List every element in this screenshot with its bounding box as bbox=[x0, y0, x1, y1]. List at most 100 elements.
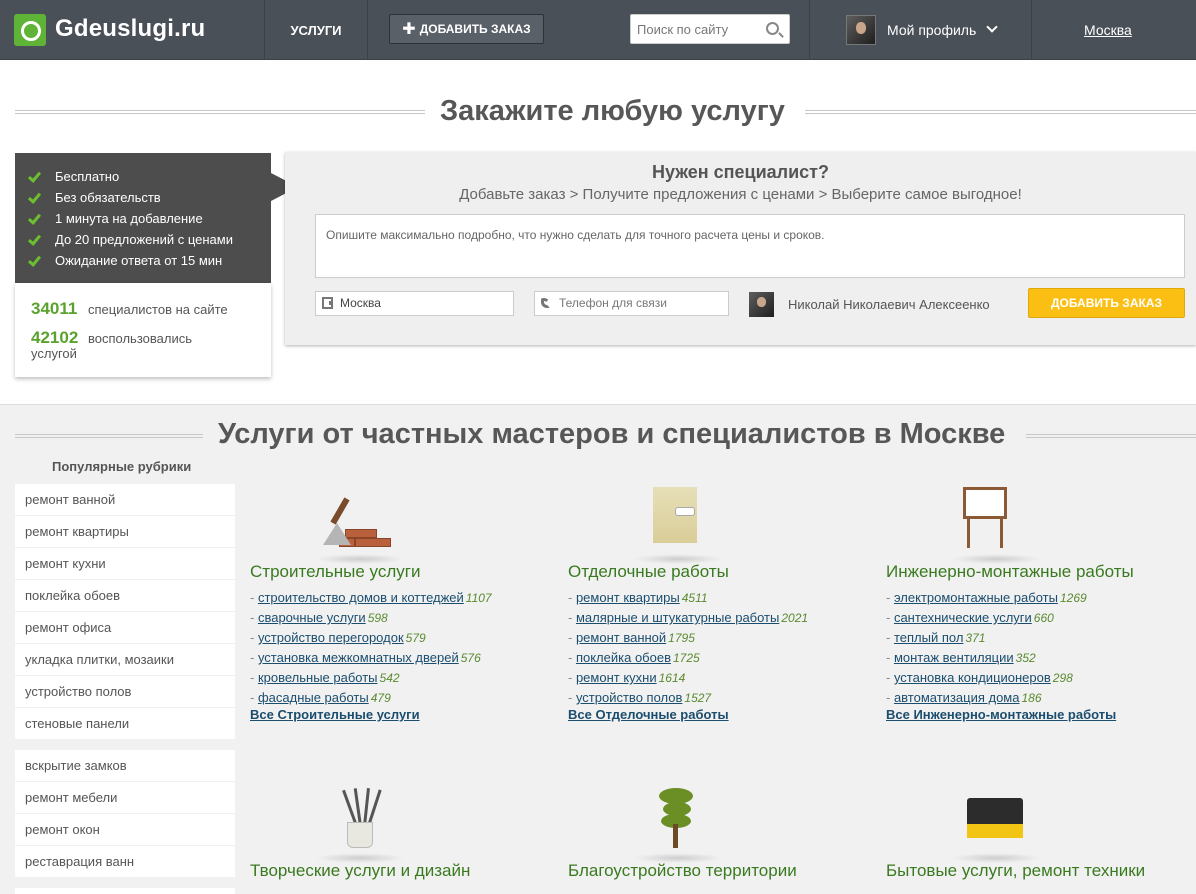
logo-text: Gdeuslugi.ru bbox=[55, 15, 206, 42]
category-link-row: - сантехнические услуги 660 bbox=[886, 610, 1054, 625]
category-links: - электромонтажные работы 1269 - сантехни… bbox=[886, 588, 1087, 708]
category-link[interactable]: монтаж вентиляции bbox=[894, 650, 1014, 665]
nav-services-label: УСЛУГИ bbox=[290, 23, 342, 38]
order-description-input[interactable]: Опишите максимально подробно, что нужно … bbox=[315, 214, 1185, 278]
category-link-row: - устройство полов 1527 bbox=[568, 690, 712, 705]
category-link[interactable]: ремонт квартиры bbox=[576, 590, 680, 605]
tree-icon bbox=[623, 784, 733, 863]
category-link[interactable]: кровельные работы bbox=[258, 670, 378, 685]
submit-order-button[interactable]: ДОБАВИТЬ ЗАКАЗ bbox=[1028, 288, 1185, 318]
category-link[interactable]: автоматизация дома bbox=[894, 690, 1020, 705]
category-link[interactable]: устройство перегородок bbox=[258, 630, 404, 645]
rubric-item[interactable]: устройство полов bbox=[15, 676, 235, 708]
link-count: 298 bbox=[1052, 671, 1073, 685]
category-all-link[interactable]: Все Инженерно-монтажные работы bbox=[886, 707, 1116, 722]
search-icon[interactable] bbox=[766, 22, 779, 35]
link-count: 579 bbox=[405, 631, 426, 645]
phone-icon bbox=[541, 298, 550, 308]
brushes-icon bbox=[305, 784, 415, 863]
rubric-item[interactable]: стеновые панели bbox=[15, 708, 235, 740]
check-icon bbox=[27, 232, 42, 246]
check-icon bbox=[27, 211, 42, 225]
search-input[interactable] bbox=[631, 15, 751, 43]
stats-box: 34011 специалистов на сайте 42102 воспол… bbox=[15, 283, 271, 377]
rubrics-list: ремонт ванной ремонт квартиры ремонт кух… bbox=[15, 484, 235, 740]
category-link-row: - ремонт кухни 1614 bbox=[568, 670, 686, 685]
toolbox-icon bbox=[941, 784, 1051, 863]
logo[interactable]: Gdeuslugi.ru bbox=[0, 0, 265, 60]
rubric-item[interactable]: реставрация ванн bbox=[15, 846, 235, 878]
category-link[interactable]: поклейка обоев bbox=[576, 650, 671, 665]
profile-menu[interactable]: Мой профиль bbox=[810, 0, 1032, 60]
rubric-item[interactable]: ремонт квартиры bbox=[15, 516, 235, 548]
category-link[interactable]: малярные и штукатурные работы bbox=[576, 610, 779, 625]
profile-label: Мой профиль bbox=[887, 22, 977, 38]
users-count: 42102 bbox=[31, 328, 79, 347]
rubric-item[interactable]: поклейка обоев bbox=[15, 580, 235, 612]
link-count: 1527 bbox=[684, 691, 712, 705]
category-link[interactable]: ремонт ванной bbox=[576, 630, 666, 645]
category-title[interactable]: Бытовые услуги, ремонт техники bbox=[886, 861, 1145, 881]
divider-line bbox=[15, 110, 425, 114]
category-link[interactable]: ремонт кухни bbox=[576, 670, 657, 685]
divider-line bbox=[805, 110, 1196, 114]
category-link[interactable]: фасадные работы bbox=[258, 690, 369, 705]
link-count: 479 bbox=[370, 691, 391, 705]
city-field-value: Москва bbox=[340, 296, 381, 310]
link-count: 352 bbox=[1015, 651, 1036, 665]
category-all-link[interactable]: Все Строительные услуги bbox=[250, 707, 420, 722]
check-icon bbox=[27, 253, 42, 267]
category-creative: Творческие услуги и дизайн bbox=[250, 784, 550, 894]
link-count: 1795 bbox=[668, 631, 695, 645]
category-all-link[interactable]: Все Отделочные работы bbox=[568, 707, 729, 722]
rubric-item[interactable]: ремонт окон bbox=[15, 814, 235, 846]
category-title[interactable]: Отделочные работы bbox=[568, 562, 729, 582]
category-household: Бытовые услуги, ремонт техники bbox=[886, 784, 1186, 894]
category-link[interactable]: электромонтажные работы bbox=[894, 590, 1058, 605]
rubrics-list bbox=[15, 888, 235, 894]
logo-icon bbox=[14, 14, 46, 46]
header-tools: ✚ ДОБАВИТЬ ЗАКАЗ bbox=[368, 0, 810, 60]
phone-field[interactable]: Телефон для связи bbox=[534, 291, 729, 316]
category-link-row: - кровельные работы 542 bbox=[250, 670, 400, 685]
category-link[interactable]: строительство домов и коттеджей bbox=[258, 590, 464, 605]
category-link[interactable]: теплый пол bbox=[894, 630, 963, 645]
rubric-item[interactable]: ремонт ванной bbox=[15, 484, 235, 516]
link-count: 4511 bbox=[681, 591, 708, 605]
category-link[interactable]: сантехнические услуги bbox=[894, 610, 1032, 625]
link-count: 542 bbox=[379, 671, 400, 685]
search-box bbox=[630, 14, 790, 44]
order-form: Нужен специалист? Добавьте заказ > Получ… bbox=[285, 152, 1196, 345]
city-link[interactable]: Москва bbox=[1084, 22, 1132, 38]
rubrics-list: вскрытие замков ремонт мебели ремонт око… bbox=[15, 750, 235, 878]
rubric-item[interactable]: укладка плитки, мозаики bbox=[15, 644, 235, 676]
category-title[interactable]: Инженерно-монтажные работы bbox=[886, 562, 1134, 582]
city-field[interactable]: Москва bbox=[315, 291, 514, 316]
category-link-row: - установка кондиционеров 298 bbox=[886, 670, 1073, 685]
add-order-button[interactable]: ✚ ДОБАВИТЬ ЗАКАЗ bbox=[389, 14, 544, 44]
category-link[interactable]: устройство полов bbox=[576, 690, 682, 705]
add-order-label: ДОБАВИТЬ ЗАКАЗ bbox=[419, 22, 531, 36]
category-link[interactable]: установка межкомнатных дверей bbox=[258, 650, 459, 665]
category-link[interactable]: сварочные услуги bbox=[258, 610, 366, 625]
users-label: воспользовались bbox=[88, 331, 192, 346]
category-link-row: - установка межкомнатных дверей 576 bbox=[250, 650, 481, 665]
specialists-label: специалистов на сайте bbox=[88, 302, 228, 317]
category-link-row: - теплый пол 371 bbox=[886, 630, 986, 645]
nav-services[interactable]: УСЛУГИ bbox=[265, 0, 368, 60]
category-title[interactable]: Творческие услуги и дизайн bbox=[250, 861, 470, 881]
category-link[interactable]: установка кондиционеров bbox=[894, 670, 1051, 685]
category-title[interactable]: Благоустройство территории bbox=[568, 861, 797, 881]
specialists-count: 34011 bbox=[31, 299, 78, 318]
rubric-item[interactable]: ремонт мебели bbox=[15, 782, 235, 814]
category-title[interactable]: Строительные услуги bbox=[250, 562, 420, 582]
category-link-row: - устройство перегородок 579 bbox=[250, 630, 426, 645]
rubric-item[interactable]: ремонт офиса bbox=[15, 612, 235, 644]
link-count: 598 bbox=[367, 611, 388, 625]
rubric-item[interactable]: вскрытие замков bbox=[15, 750, 235, 782]
rubric-item[interactable]: ремонт кухни bbox=[15, 548, 235, 580]
top-bar: Gdeuslugi.ru УСЛУГИ ✚ДОБАВИТЬ ЗАКАЗ Мой … bbox=[0, 0, 1196, 60]
category-link-row: - поклейка обоев 1725 bbox=[568, 650, 700, 665]
paint-roller-icon bbox=[623, 485, 733, 564]
chevron-down-icon bbox=[986, 21, 998, 33]
